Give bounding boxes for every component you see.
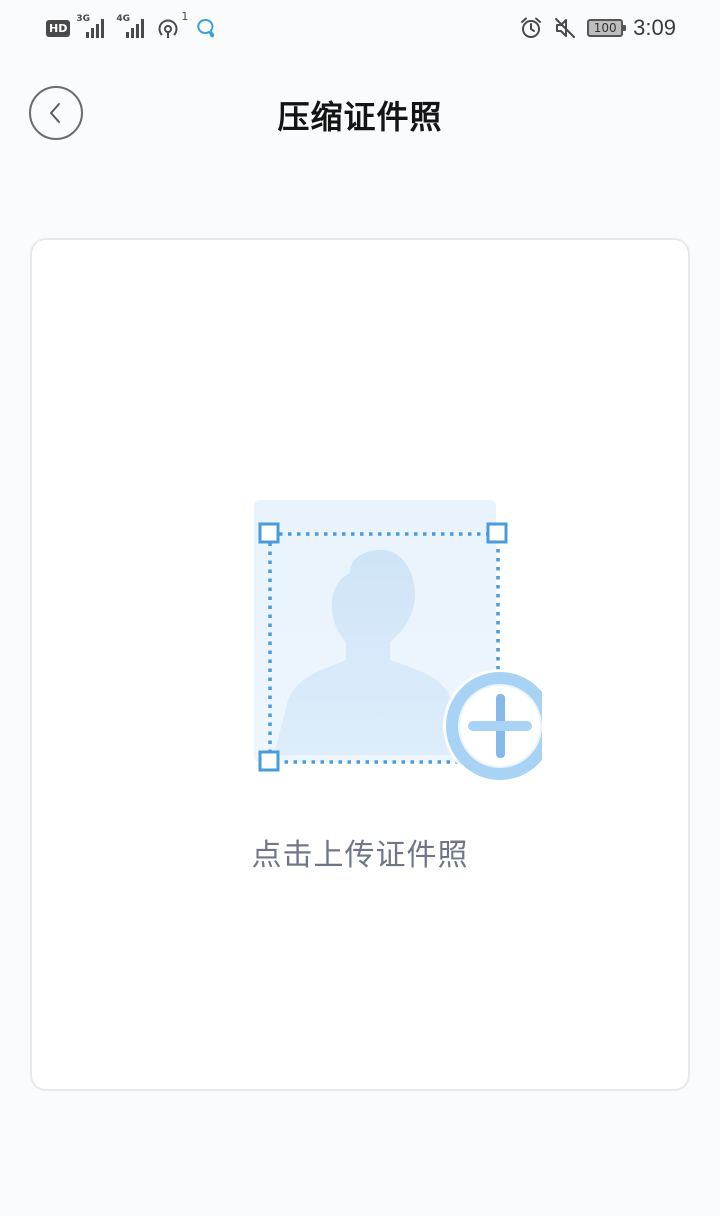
hotspot-icon: 1 <box>156 10 188 40</box>
signal-3g-icon: 3G <box>76 14 110 40</box>
battery-icon: 100 <box>587 19 627 37</box>
chat-notification-icon <box>197 19 215 39</box>
upload-card: 点击上传证件照 <box>30 238 690 1091</box>
status-right: 100 3:09 <box>519 14 676 42</box>
crop-handle-top-right <box>486 522 508 544</box>
id-photo-placeholder-icon <box>254 500 542 783</box>
status-time: 3:09 <box>633 15 676 40</box>
battery-level: 100 <box>593 21 617 35</box>
hotspot-count: 1 <box>181 10 189 23</box>
status-bar: HD 3G 4G 1 100 3:09 <box>0 0 720 56</box>
upload-photo-area[interactable] <box>222 490 542 830</box>
hd-badge: HD <box>46 19 71 37</box>
alarm-icon <box>521 17 542 38</box>
signal-4g-icon: 4G <box>116 14 150 40</box>
page-title: 压缩证件照 <box>277 98 443 136</box>
crop-handle-bottom-left <box>258 750 280 772</box>
status-left: HD 3G 4G 1 <box>46 10 216 42</box>
crop-handle-top-left <box>258 522 280 544</box>
mute-icon <box>555 18 576 38</box>
upload-label[interactable]: 点击上传证件照 <box>32 830 688 874</box>
